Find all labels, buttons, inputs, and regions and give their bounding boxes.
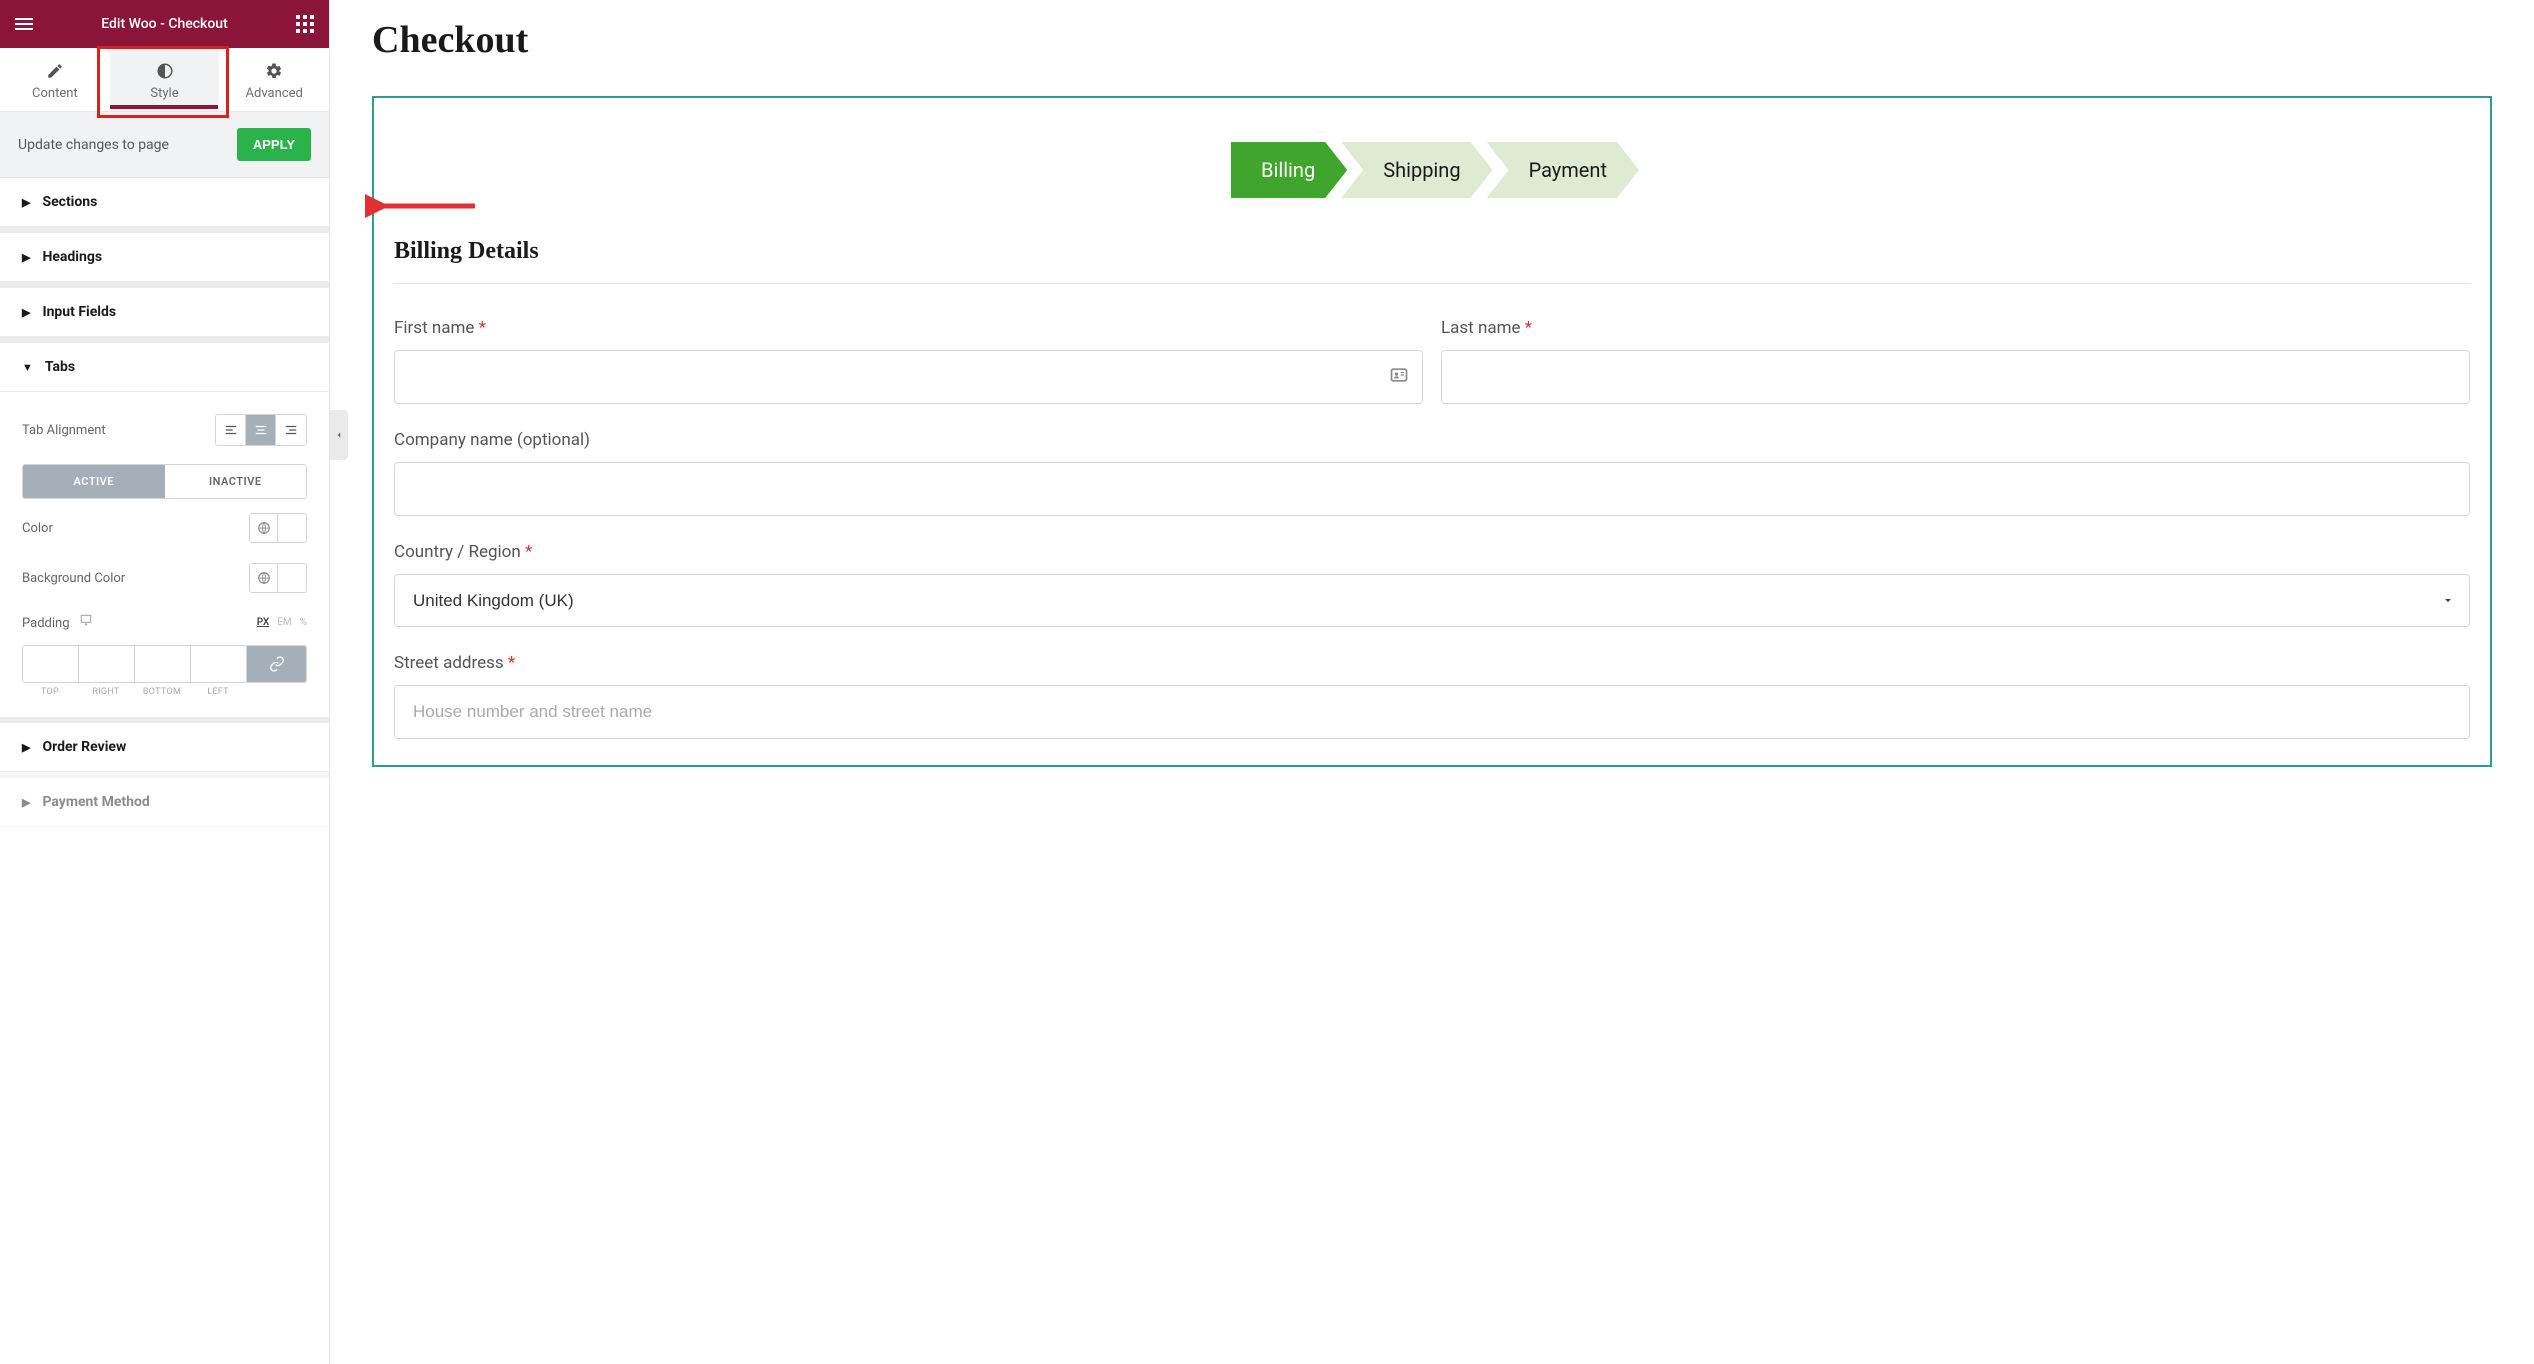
update-label: Update changes to page [18, 137, 169, 153]
section-payment-method[interactable]: ▶ Payment Method [0, 772, 329, 827]
tab-active-underline [110, 105, 218, 109]
section-order-review-label: Order Review [42, 739, 126, 755]
unit-px[interactable]: PX [257, 617, 270, 628]
section-order-review[interactable]: ▶ Order Review [0, 717, 329, 772]
preview-canvas: Checkout Billing Shipping Payment Billin… [330, 0, 2534, 1364]
unit-pct[interactable]: % [300, 617, 307, 628]
color-label: Color [22, 521, 53, 536]
padding-label: Padding [22, 613, 93, 631]
caret-right-icon: ▶ [22, 796, 30, 809]
sidebar-scroll: ▶ Sections ▶ Headings ▶ Input Fields ▼ T… [0, 178, 329, 1364]
sidebar-title: Edit Woo - Checkout [101, 16, 228, 32]
state-toggle: ACTIVE INACTIVE [22, 464, 307, 499]
section-tabs-body: Tab Alignment ACTIVE INACTIVE Color [0, 392, 329, 717]
first-name-input[interactable] [394, 350, 1423, 404]
company-input[interactable] [394, 462, 2470, 516]
unit-em[interactable]: EM [277, 617, 291, 628]
color-swatch[interactable] [278, 514, 306, 542]
section-headings[interactable]: ▶ Headings [0, 227, 329, 282]
billing-heading: Billing Details [394, 238, 2470, 284]
company-label: Company name (optional) [394, 430, 2470, 450]
caret-right-icon: ▶ [22, 306, 30, 319]
bgcolor-label: Background Color [22, 571, 125, 586]
section-sections-label: Sections [42, 194, 97, 210]
step-payment[interactable]: Payment [1487, 142, 1639, 198]
padding-bottom-input[interactable] [135, 646, 191, 682]
section-headings-label: Headings [42, 249, 102, 265]
label-top: TOP [22, 683, 78, 697]
state-inactive-button[interactable]: INACTIVE [165, 465, 307, 498]
section-sections[interactable]: ▶ Sections [0, 178, 329, 227]
state-active-button[interactable]: ACTIVE [23, 465, 165, 498]
editor-tabs: Content Style Advanced [0, 48, 329, 112]
label-bottom: BOTTOM [134, 683, 190, 697]
first-name-label: First name * [394, 318, 1423, 338]
label-left: LEFT [190, 683, 246, 697]
alignment-group [215, 414, 307, 446]
caret-right-icon: ▶ [22, 251, 30, 264]
section-tabs[interactable]: ▼ Tabs [0, 337, 329, 392]
update-bar: Update changes to page APPLY [0, 112, 329, 178]
country-label: Country / Region * [394, 542, 2470, 562]
color-control[interactable] [249, 513, 307, 543]
padding-right-input[interactable] [79, 646, 135, 682]
unit-switch: PX EM % [257, 617, 307, 628]
tab-content[interactable]: Content [0, 48, 110, 111]
padding-side-labels: TOP RIGHT BOTTOM LEFT [22, 683, 307, 697]
link-values-button[interactable] [247, 646, 306, 682]
section-payment-method-label: Payment Method [42, 794, 149, 810]
caret-right-icon: ▶ [22, 741, 30, 754]
tab-alignment-label: Tab Alignment [22, 423, 106, 438]
billing-section: Billing Details First name * Last name *… [382, 238, 2482, 739]
padding-top-input[interactable] [23, 646, 79, 682]
checkout-steps: Billing Shipping Payment [382, 142, 2482, 198]
step-shipping[interactable]: Shipping [1341, 142, 1492, 198]
align-center-button[interactable] [246, 415, 276, 445]
align-right-button[interactable] [276, 415, 306, 445]
align-left-button[interactable] [216, 415, 246, 445]
last-name-input[interactable] [1441, 350, 2470, 404]
page-title: Checkout [372, 0, 2492, 96]
section-input-fields[interactable]: ▶ Input Fields [0, 282, 329, 337]
bgcolor-swatch[interactable] [278, 564, 306, 592]
country-select[interactable]: United Kingdom (UK) [394, 574, 2470, 627]
sidebar-header: Edit Woo - Checkout [0, 0, 329, 48]
bgcolor-control[interactable] [249, 563, 307, 593]
contact-card-icon [1389, 365, 1409, 389]
apply-button[interactable]: APPLY [237, 128, 311, 161]
globe-icon[interactable] [250, 564, 278, 592]
street-input[interactable] [394, 685, 2470, 739]
label-right: RIGHT [78, 683, 134, 697]
apps-grid-icon[interactable] [293, 12, 317, 36]
tab-style[interactable]: Style [110, 48, 220, 111]
tab-advanced-label: Advanced [246, 86, 303, 101]
tab-content-label: Content [32, 86, 78, 101]
desktop-icon[interactable] [73, 616, 93, 631]
padding-left-input[interactable] [191, 646, 247, 682]
section-input-fields-label: Input Fields [42, 304, 116, 320]
checkout-widget: Billing Shipping Payment Billing Details… [372, 96, 2492, 767]
caret-down-icon: ▼ [22, 361, 33, 374]
padding-inputs [22, 645, 307, 683]
street-label: Street address * [394, 653, 2470, 673]
collapse-sidebar-button[interactable] [330, 410, 348, 460]
section-tabs-label: Tabs [45, 359, 75, 375]
tab-style-label: Style [150, 86, 178, 101]
menu-icon[interactable] [12, 12, 36, 36]
caret-right-icon: ▶ [22, 196, 30, 209]
tab-advanced[interactable]: Advanced [219, 48, 329, 111]
globe-icon[interactable] [250, 514, 278, 542]
editor-sidebar: Edit Woo - Checkout Content Style Advanc… [0, 0, 330, 1364]
last-name-label: Last name * [1441, 318, 2470, 338]
step-billing[interactable]: Billing [1231, 142, 1347, 198]
